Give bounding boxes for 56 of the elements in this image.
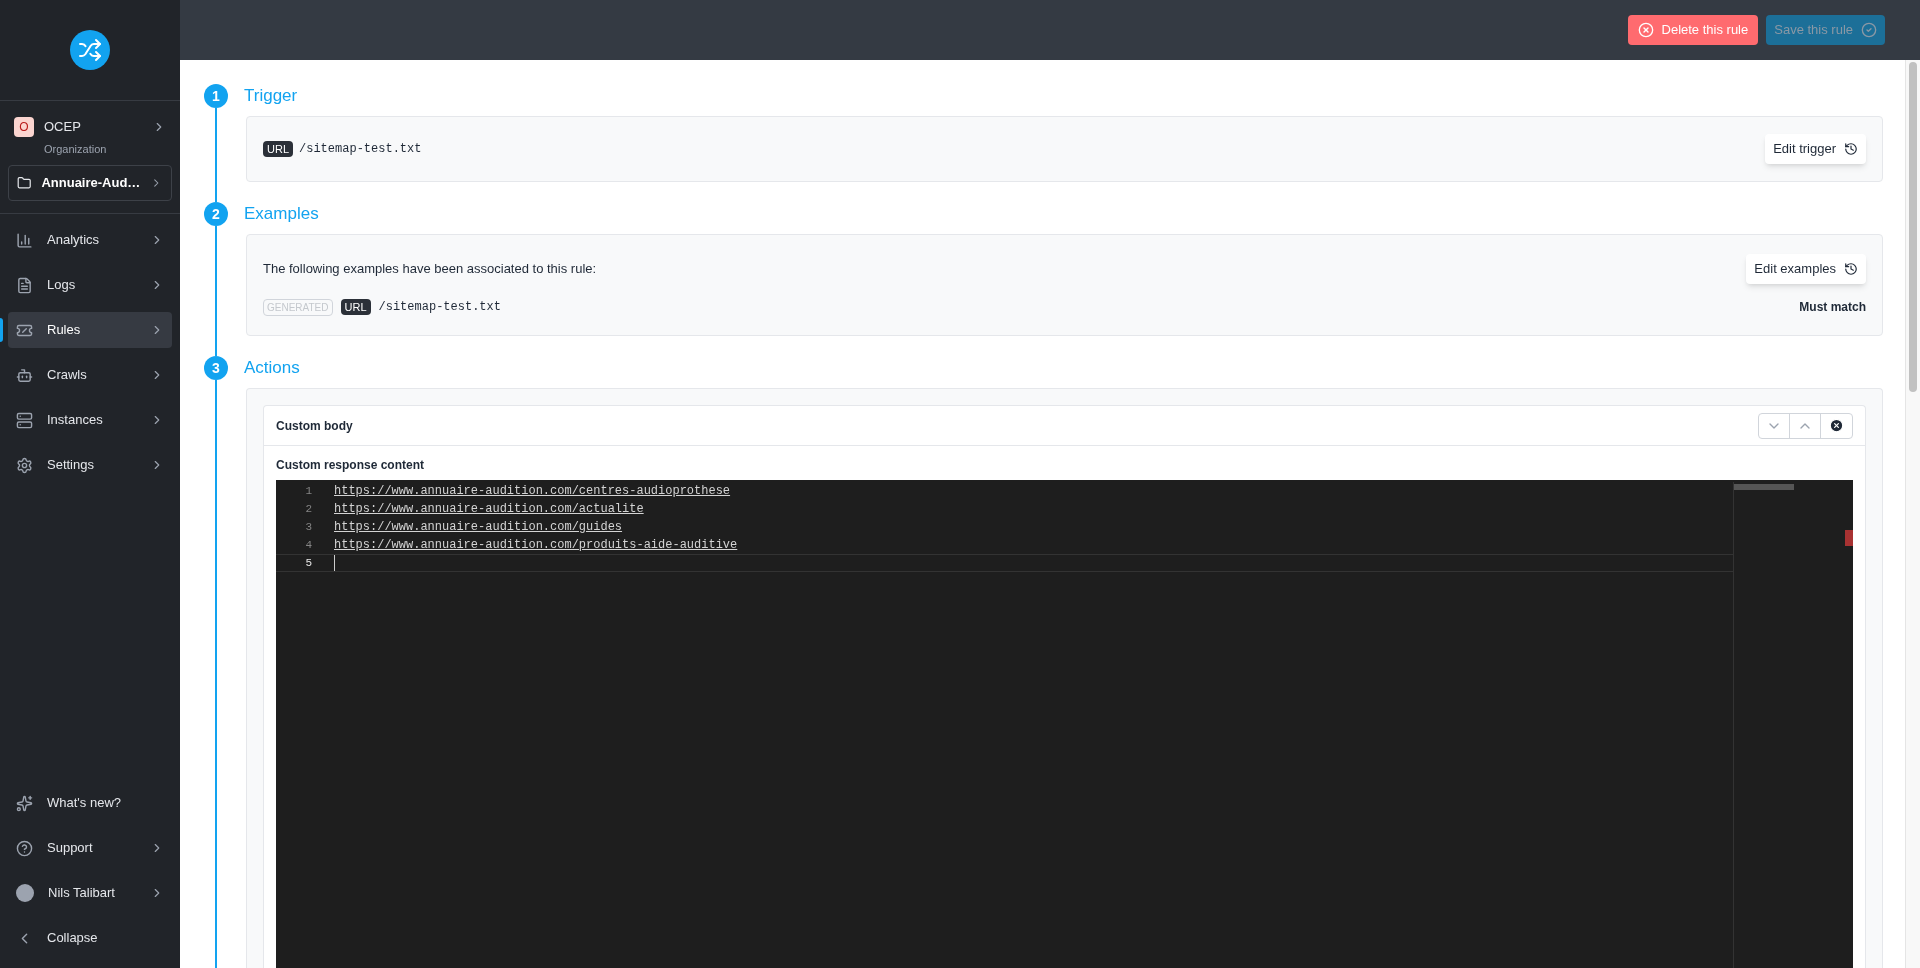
line-number: 4 [304, 537, 312, 553]
logo-icon[interactable] [70, 30, 110, 70]
help-icon [16, 839, 33, 857]
nav-item[interactable]: What's new? [8, 785, 172, 821]
line-number: 5 [304, 555, 312, 571]
nav-item[interactable]: Settings [8, 447, 172, 483]
line-number: 1 [304, 483, 312, 499]
action-title: Custom body [276, 417, 353, 435]
nav-item[interactable]: Crawls [8, 357, 172, 393]
nav-item[interactable]: Analytics [8, 222, 172, 258]
match-label: Must match [1799, 299, 1866, 316]
code-line: https://www.annuaire-audition.com/produits-aide-auditive [334, 537, 738, 554]
folder-icon [17, 175, 32, 191]
step-number: 2 [204, 202, 228, 226]
close-icon [1829, 418, 1844, 433]
url-tag: URL [340, 298, 371, 316]
line-number: 3 [304, 519, 312, 535]
line-number: 2 [304, 501, 312, 517]
nav-item[interactable]: Nils Talibart [8, 875, 172, 911]
step-title: Actions [244, 357, 300, 380]
document-icon [16, 276, 33, 294]
step-number: 3 [204, 356, 228, 380]
nav-item[interactable]: Support [8, 830, 172, 866]
field-label: Custom response content [275, 457, 426, 474]
edit-trigger-button[interactable]: Edit trigger [1765, 134, 1866, 164]
organization-name[interactable]: OCEP [44, 117, 142, 137]
sparkle-icon [16, 794, 33, 812]
history-icon [1844, 262, 1858, 276]
nav-item[interactable]: Rules [8, 312, 172, 348]
nav-item[interactable]: Instances [8, 402, 172, 438]
nav-item[interactable]: Collapse [8, 920, 172, 956]
code-line: https://www.annuaire-audition.com/actualite [334, 501, 644, 518]
code-line: https://www.annuaire-audition.com/centres-audioprothese [334, 483, 731, 500]
trigger-path: /sitemap-test.txt [299, 141, 422, 158]
check-icon [1861, 22, 1877, 38]
code-line: https://www.annuaire-audition.com/guides [334, 519, 623, 536]
step-title: Examples [244, 203, 319, 226]
example-path: /sitemap-test.txt [378, 299, 501, 316]
robot-icon [16, 366, 33, 384]
step-title: Trigger [244, 85, 298, 108]
history-icon [1844, 142, 1858, 156]
settings-icon [16, 456, 33, 474]
edit-examples-button[interactable]: Edit examples [1746, 254, 1866, 284]
url-tag: URL [263, 140, 293, 158]
organization-role: Organization [44, 141, 108, 157]
step-number: 1 [204, 84, 228, 108]
bar-chart-icon [16, 231, 33, 249]
text-cursor [334, 555, 335, 571]
project-selector[interactable]: Annuaire-Aud… [8, 165, 172, 201]
organization-initial: O [14, 117, 34, 137]
examples-intro: The following examples have been associated to this rule: [263, 260, 597, 279]
active-indicator [0, 318, 3, 342]
nav-item[interactable]: Logs [8, 267, 172, 303]
avatar [16, 884, 34, 902]
close-icon [1637, 22, 1654, 38]
server-icon [16, 411, 33, 429]
